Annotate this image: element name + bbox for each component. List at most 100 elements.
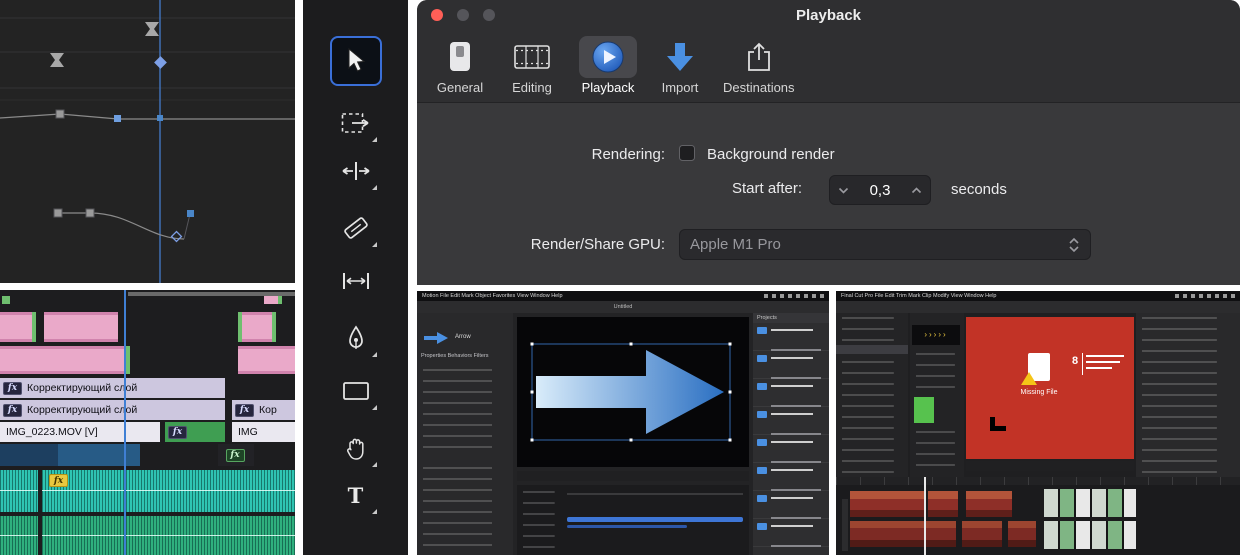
video-clip[interactable]: IMG_0223.MOV [V] [0, 422, 160, 442]
gpu-dropdown[interactable]: Apple M1 Pro [679, 229, 1091, 260]
fx-badge: fx [3, 382, 22, 395]
green-clip[interactable]: fx [165, 422, 225, 442]
adjustment-layer-clip[interactable]: fx Корректирующий слой [0, 400, 225, 420]
browser-item[interactable] [753, 435, 829, 463]
audio-clip-green[interactable] [42, 516, 295, 555]
keyframe-graph[interactable] [0, 0, 295, 283]
green-thumbnail[interactable] [914, 397, 934, 423]
audio-clip-teal[interactable]: fx [42, 470, 295, 512]
timeline-clip-bar[interactable] [567, 517, 743, 522]
hourglass-keyframe-icon[interactable] [50, 53, 64, 67]
keyframe-handle[interactable] [157, 115, 163, 121]
start-after-stepper[interactable]: 0,3 [829, 175, 931, 205]
keyframe-handle[interactable] [187, 210, 194, 217]
keyframe-handle[interactable] [56, 110, 64, 118]
chevron-up-icon[interactable] [911, 187, 922, 194]
text-tool[interactable]: T [330, 472, 382, 518]
keyframe-handle[interactable] [54, 209, 62, 217]
playhead[interactable] [124, 290, 126, 555]
timeline-clip[interactable] [1008, 521, 1036, 547]
background-render-checkbox[interactable] [679, 145, 695, 161]
pink-clip[interactable] [238, 346, 295, 374]
fcp-inspector[interactable] [1136, 313, 1240, 477]
browser-item[interactable] [753, 379, 829, 407]
tab-editing[interactable]: Editing [497, 34, 567, 97]
timeline-playhead[interactable] [924, 477, 926, 555]
selected-clip-region[interactable] [0, 444, 140, 466]
waveform-centerline [42, 490, 295, 491]
pink-clip[interactable] [0, 312, 36, 342]
timeline-clip[interactable] [850, 521, 956, 547]
menubar-items[interactable]: Final Cut Pro File Edit Trim Mark Clip M… [841, 291, 996, 301]
fcp-sidebar[interactable] [836, 313, 908, 477]
diamond-keyframe-icon[interactable] [154, 56, 167, 69]
keyframe-handle-selected[interactable] [114, 115, 121, 122]
marquee-arrow-icon [341, 111, 371, 135]
browser-item[interactable] [753, 351, 829, 379]
hand-tool[interactable] [330, 425, 382, 471]
browser-item[interactable] [753, 463, 829, 491]
diamond-keyframe-outline[interactable] [172, 232, 182, 242]
timeline-ruler[interactable] [836, 477, 1240, 485]
fcp-transport-bar[interactable] [966, 461, 1134, 471]
tab-playback[interactable]: Playback [575, 34, 641, 97]
fx-badge: fx [226, 449, 245, 462]
tab-import[interactable]: Import [649, 34, 711, 97]
tab-destinations[interactable]: Destinations [719, 34, 799, 97]
filmstrip-thumbnails[interactable] [1044, 521, 1136, 549]
motion-timeline[interactable] [517, 485, 749, 555]
menubar-items[interactable]: Motion File Edit Mark Object Favorites V… [422, 291, 563, 301]
clip-label: Кор [259, 404, 277, 416]
video-clip[interactable]: IMG [232, 422, 295, 442]
keyframe-handle[interactable] [86, 209, 94, 217]
fx-badge: fx [3, 404, 22, 417]
hourglass-keyframe-icon[interactable] [145, 22, 159, 36]
missing-file-label: Missing File [966, 389, 1112, 396]
browser-item[interactable] [753, 323, 829, 351]
pink-clip[interactable] [0, 346, 130, 374]
pen-tool[interactable] [330, 315, 382, 361]
select-behind-tool[interactable] [330, 100, 382, 146]
timeline-clip[interactable] [850, 491, 924, 517]
sidebar-selected-item[interactable] [836, 345, 908, 354]
motion-canvas[interactable] [517, 317, 749, 467]
marker-chip[interactable] [264, 296, 282, 304]
rectangle-tool[interactable] [330, 368, 382, 414]
tab-general[interactable]: General [431, 34, 489, 97]
chevrons-thumbnail[interactable]: ››››› [912, 325, 960, 345]
trim-tool[interactable] [330, 148, 382, 194]
library-item-label[interactable]: Arrow [455, 334, 471, 340]
timeline-clip-bar[interactable] [567, 525, 687, 528]
clip-chip[interactable]: fx [218, 444, 254, 466]
window-titlebar: Playback [417, 0, 1240, 30]
timeline-clip[interactable] [928, 491, 958, 517]
pink-clip[interactable] [44, 312, 118, 342]
select-tool[interactable] [330, 36, 382, 86]
razor-tool[interactable] [330, 205, 382, 251]
fcp-viewer-missing-file[interactable]: Missing File 8 [966, 317, 1134, 459]
browser-item[interactable] [753, 491, 829, 519]
audio-clip-green[interactable] [0, 516, 38, 555]
marker-chip[interactable] [2, 296, 10, 304]
fcp-menubar[interactable]: Final Cut Pro File Edit Trim Mark Clip M… [836, 291, 1240, 301]
range-tool[interactable] [330, 258, 382, 304]
motion-app-screenshot: Motion File Edit Mark Object Favorites V… [417, 291, 829, 555]
motion-transport-bar[interactable] [517, 471, 749, 481]
timeline-clip[interactable] [966, 491, 1012, 517]
arrow-thumbnail-icon[interactable] [423, 331, 449, 345]
motion-menubar[interactable]: Motion File Edit Mark Object Favorites V… [417, 291, 829, 301]
audio-clip-teal[interactable] [0, 470, 38, 512]
browser-item[interactable] [753, 519, 829, 547]
flyout-triangle-icon [372, 352, 377, 357]
timeline-clip[interactable] [962, 521, 1002, 547]
chevron-down-icon[interactable] [838, 187, 849, 194]
browser-header[interactable]: Projects [753, 313, 829, 323]
adjustment-layer-clip[interactable]: fx Кор [232, 400, 295, 420]
blue-arrow-graphic[interactable] [528, 332, 738, 452]
browser-item[interactable] [753, 407, 829, 435]
pink-clip[interactable] [238, 312, 276, 342]
motion-window: Untitled Arrow Properties Behaviors Filt… [417, 301, 829, 555]
inspector-tabs[interactable]: Properties Behaviors Filters [421, 353, 489, 359]
filmstrip-thumbnails[interactable] [1044, 489, 1136, 517]
adjustment-layer-clip[interactable]: fx Корректирующий слой [0, 378, 225, 398]
